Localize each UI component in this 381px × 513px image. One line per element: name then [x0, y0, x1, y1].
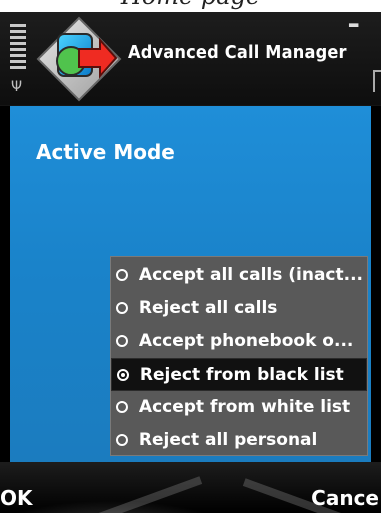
- radio-icon: [116, 302, 128, 314]
- option-reject-from-black-list[interactable]: Reject from black list: [111, 358, 367, 391]
- option-label: Accept phonebook o...: [138, 331, 354, 351]
- ok-softkey[interactable]: OK: [0, 486, 33, 510]
- option-label: Reject from black list: [139, 365, 344, 385]
- option-label: Reject all calls: [138, 298, 278, 318]
- radio-icon: [116, 434, 128, 446]
- option-accept-phonebook[interactable]: Accept phonebook o...: [111, 325, 367, 358]
- cancel-softkey[interactable]: Cance: [311, 486, 379, 510]
- advanced-call-manager-app-icon: [36, 16, 122, 102]
- active-mode-title: Active Mode: [36, 140, 175, 164]
- phone-screen: Home page Ψ Advanced Call Manager: [0, 0, 381, 513]
- antenna-icon: Ψ: [11, 79, 23, 95]
- radio-icon: [116, 401, 128, 413]
- option-accept-from-white-list[interactable]: Accept from white list: [111, 391, 367, 424]
- option-label: Accept all calls (inact...: [138, 265, 364, 285]
- radio-icon: [116, 335, 128, 347]
- option-reject-all-personal[interactable]: Reject all personal: [111, 424, 367, 457]
- softkey-bar: OK Cance: [0, 462, 381, 513]
- option-label: Reject all personal: [138, 430, 318, 450]
- radio-selected-icon: [117, 369, 129, 381]
- top-overlay-text: Home page: [0, 0, 381, 12]
- battery-icon: ▂: [349, 13, 359, 27]
- softkey-decoration: [67, 476, 203, 513]
- edge-mark: [373, 70, 381, 92]
- overlay-page-text: Home page: [0, 0, 381, 10]
- option-accept-all-calls[interactable]: Accept all calls (inact...: [111, 259, 367, 292]
- mode-option-list[interactable]: Accept all calls (inact... Reject all ca…: [110, 256, 368, 456]
- radio-icon: [116, 269, 128, 281]
- option-label: Accept from white list: [138, 397, 351, 417]
- option-reject-all-calls[interactable]: Reject all calls: [111, 292, 367, 325]
- status-header: Ψ Advanced Call Manager ▂: [0, 12, 381, 105]
- app-title: Advanced Call Manager: [128, 42, 347, 63]
- signal-bars-icon: [10, 24, 26, 74]
